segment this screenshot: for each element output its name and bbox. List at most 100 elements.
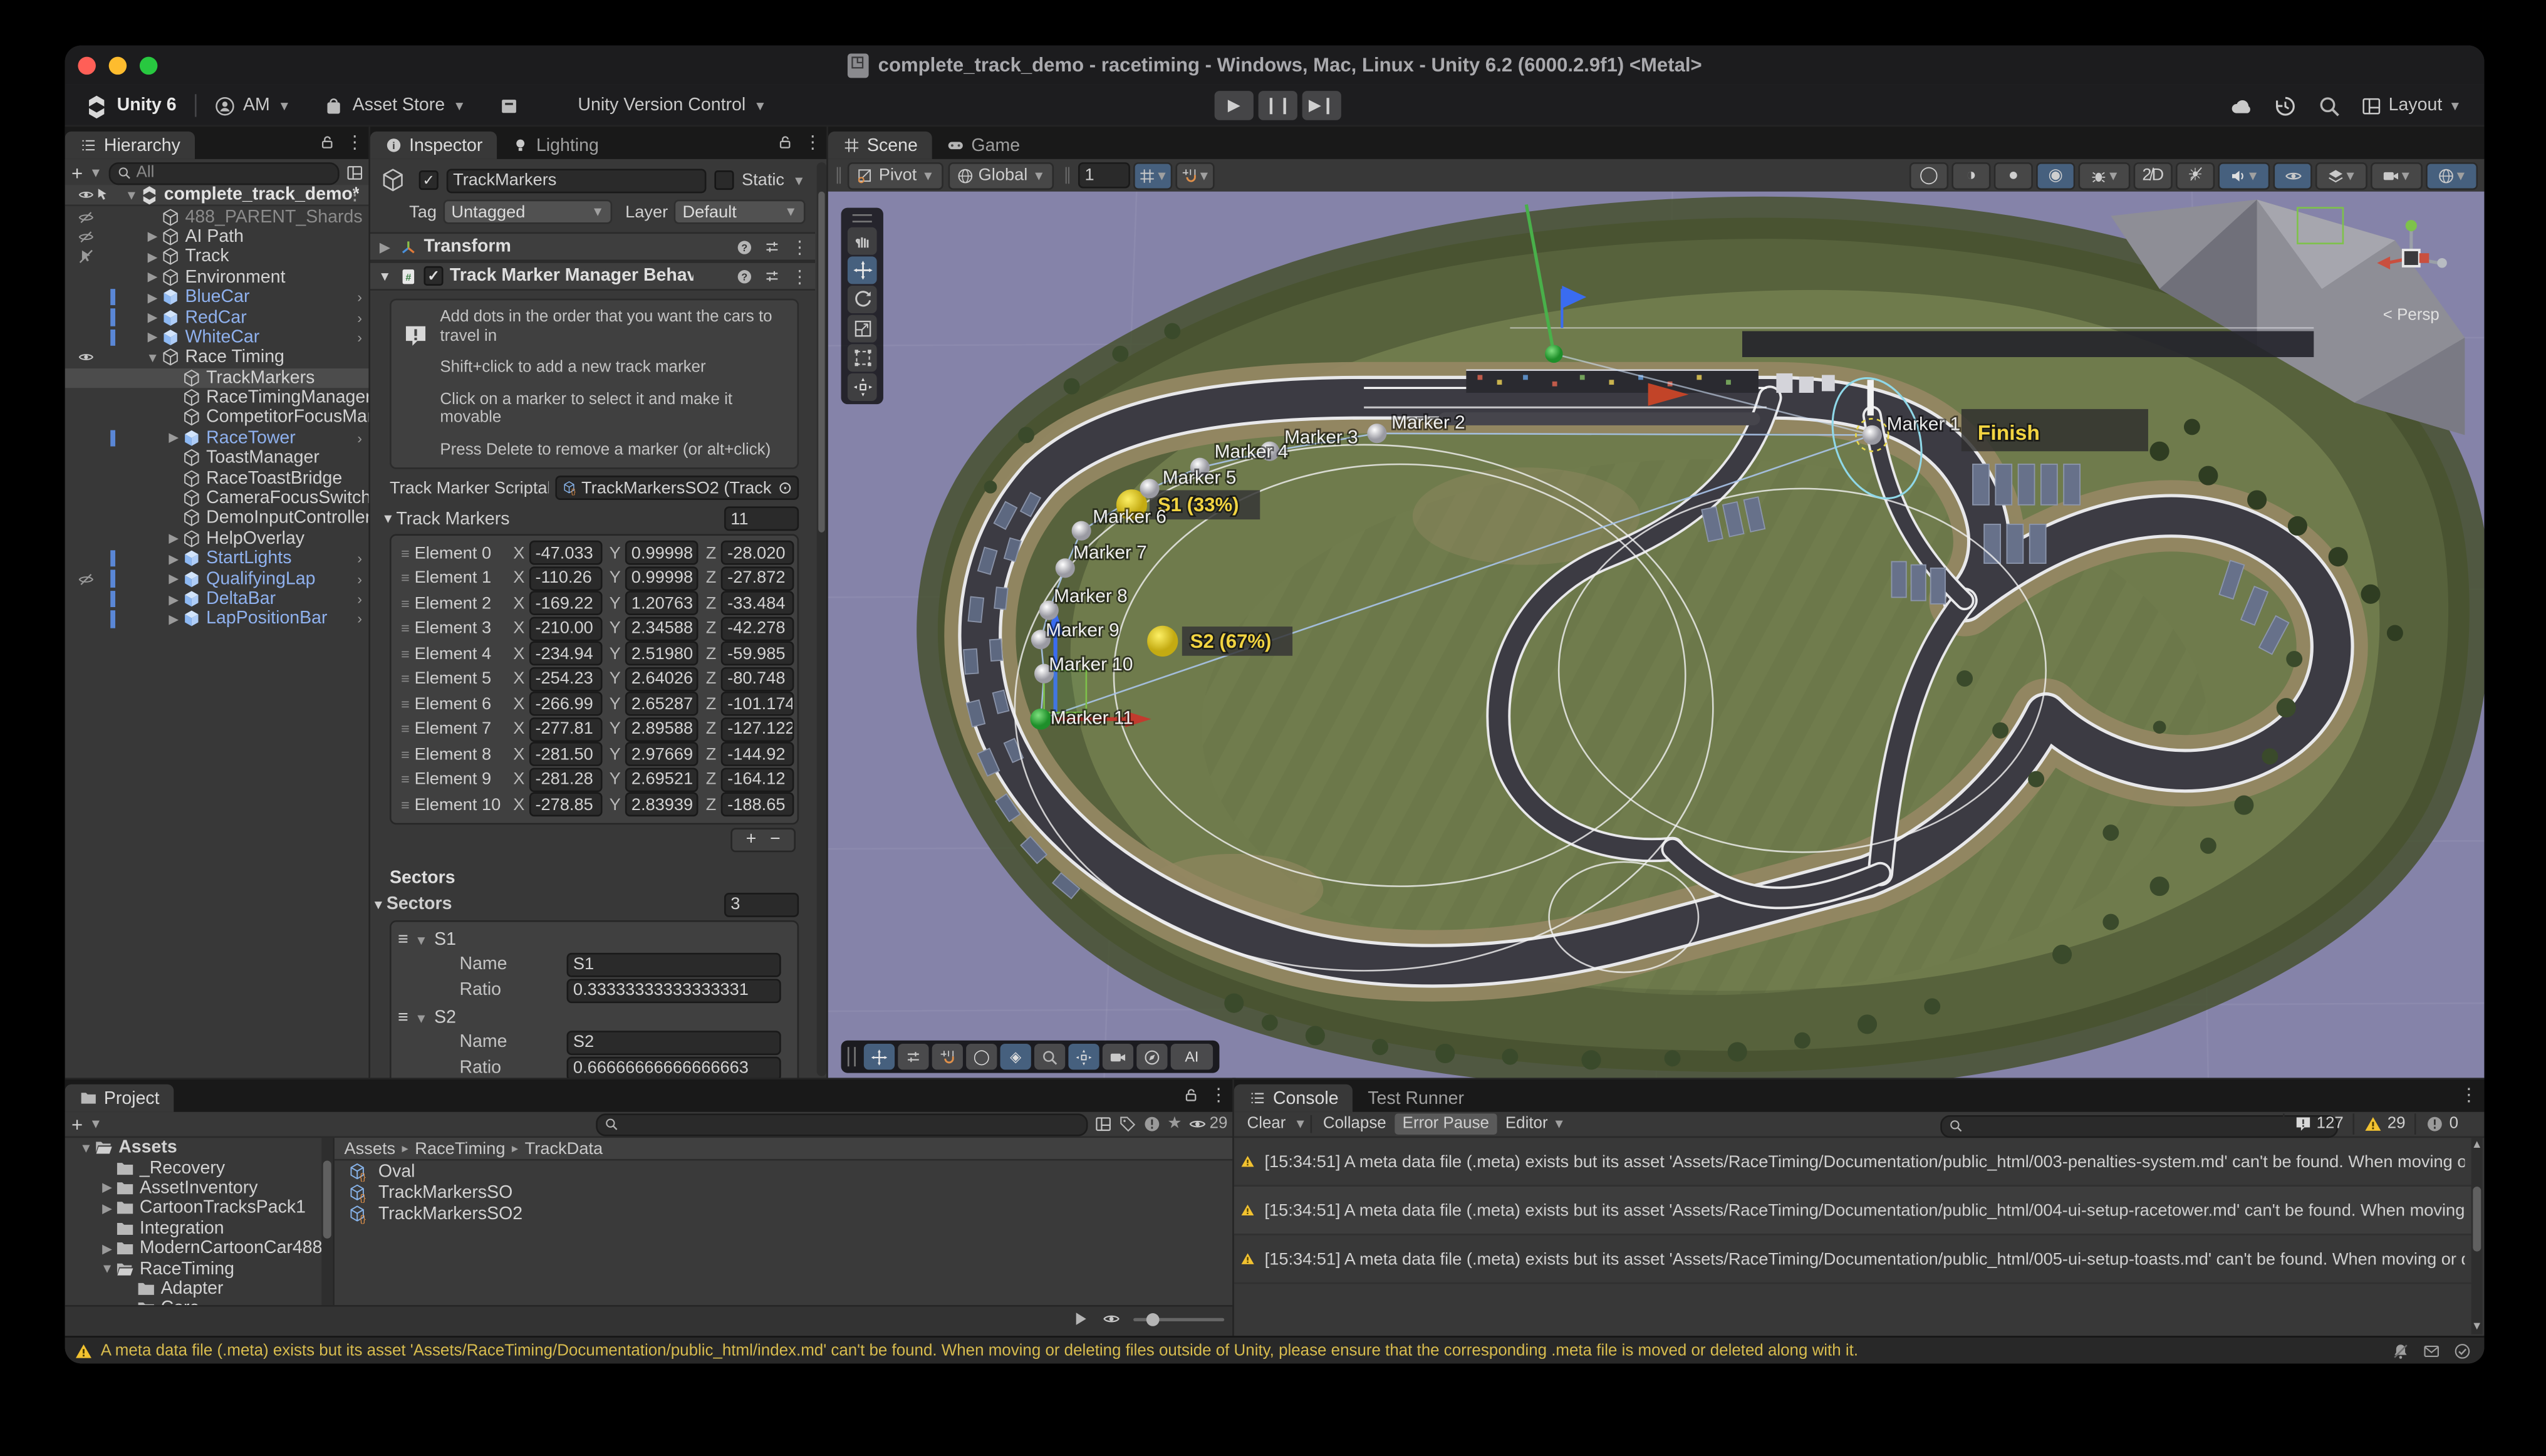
console-warning-row[interactable]: [15:34:51] A meta data file (.meta) exis…: [1234, 1187, 2471, 1235]
favorites-icon[interactable]: ★: [1167, 1115, 1182, 1133]
tab-lighting[interactable]: Lighting: [497, 132, 613, 159]
hierarchy-item-racetower[interactable]: ▶RaceTower›: [65, 428, 370, 448]
track-markers-count-field[interactable]: 11: [724, 506, 799, 531]
transform-component-header[interactable]: ▶ Transform ?⋮: [370, 232, 815, 261]
warning-count[interactable]: 29: [2353, 1113, 2415, 1135]
console-scrollbar[interactable]: ▲▼: [2471, 1138, 2483, 1334]
expand-arrow[interactable]: ▶: [145, 330, 161, 345]
panel-menu-icon[interactable]: ⋮: [346, 132, 364, 153]
element-x-field[interactable]: -254.23: [529, 667, 602, 691]
element-y-field[interactable]: 2.89588: [625, 717, 698, 742]
component-enabled-checkbox[interactable]: ✓: [423, 266, 443, 286]
hierarchy-item-competitorfocusmanager[interactable]: CompetitorFocusManager: [65, 408, 370, 428]
hierarchy-item-racetimingmanager[interactable]: RaceTimingManager: [65, 388, 370, 408]
scene-effects-button[interactable]: [2273, 162, 2312, 189]
scene-overlays-button[interactable]: ▼: [2315, 162, 2367, 189]
layout-dropdown[interactable]: Layout▼: [2361, 95, 2462, 117]
hierarchy-item-ai-path[interactable]: ▶AI Path: [65, 227, 370, 247]
prefab-open-chevron[interactable]: ›: [357, 430, 362, 446]
pivot-dropdown[interactable]: Pivot▼: [848, 162, 943, 189]
element-x-field[interactable]: -210.00: [529, 616, 602, 641]
component-menu-icon[interactable]: ⋮: [791, 236, 809, 257]
center-tool-button[interactable]: [1068, 1044, 1099, 1069]
static-dropdown[interactable]: ▼: [792, 173, 806, 187]
rotate-tool-button[interactable]: [848, 286, 877, 313]
element-z-field[interactable]: -27.872: [721, 566, 794, 591]
element-x-field[interactable]: -281.50: [529, 742, 602, 767]
object-picker-icon[interactable]: ⊙: [778, 478, 792, 497]
tab-console[interactable]: Console: [1234, 1084, 1353, 1112]
tab-project[interactable]: Project: [65, 1084, 174, 1112]
asset-item-trackmarkersso2[interactable]: {}TrackMarkersSO2: [335, 1203, 1234, 1224]
asset-item-oval[interactable]: {}Oval: [335, 1160, 1234, 1182]
element-y-field[interactable]: 2.64026: [625, 667, 698, 691]
search-by-type-icon[interactable]: [1094, 1115, 1113, 1133]
inspector-scrollbar[interactable]: [817, 162, 827, 1076]
editor-dropdown[interactable]: Editor▼: [1497, 1113, 1574, 1135]
notifications-icon[interactable]: [2392, 1341, 2410, 1359]
search-overlay-button[interactable]: [1034, 1044, 1065, 1069]
gameobject-icon[interactable]: [380, 167, 405, 193]
clear-button[interactable]: Clear: [1239, 1113, 1294, 1135]
scene-picker-icon[interactable]: [346, 164, 364, 182]
prefab-open-chevron[interactable]: ›: [357, 611, 362, 627]
hierarchy-item-deltabar[interactable]: ▶DeltaBar›: [65, 589, 370, 609]
hierarchy-item-race-timing[interactable]: ▼Race Timing: [65, 348, 370, 368]
element-z-field[interactable]: -33.484: [721, 591, 794, 616]
tab-inspector[interactable]: i Inspector: [370, 132, 497, 159]
snap-settings-button[interactable]: ▼: [1176, 162, 1215, 189]
move-tool-button[interactable]: [864, 1044, 895, 1069]
element-x-field[interactable]: -234.94: [529, 642, 602, 666]
project-folder-assetinventory[interactable]: ▶AssetInventory: [65, 1178, 322, 1198]
panel-menu-icon[interactable]: ⋮: [804, 132, 822, 153]
expand-arrow[interactable]: ▶: [165, 551, 182, 566]
sector-ratio-field[interactable]: 0.66666666666666663: [567, 1056, 781, 1079]
error-pause-button[interactable]: Error Pause: [1395, 1113, 1497, 1135]
expand-arrow[interactable]: ▶: [165, 431, 182, 445]
hierarchy-item-qualifyinglap[interactable]: ▶QualifyingLap›: [65, 569, 370, 589]
breadcrumb-segment[interactable]: RaceTiming: [415, 1139, 505, 1158]
add-object-dropdown[interactable]: ▼: [90, 165, 103, 180]
element-z-field[interactable]: -188.65: [721, 793, 794, 817]
tab-game[interactable]: Game: [932, 132, 1034, 159]
pause-button[interactable]: ❙❙: [1259, 91, 1297, 120]
expand-arrow[interactable]: ▶: [145, 310, 161, 325]
scriptable-object-field[interactable]: {} TrackMarkersSO2 (Track Mark ⊙: [555, 476, 799, 500]
project-folder-racetiming[interactable]: ▼RaceTiming: [65, 1259, 322, 1279]
prefab-open-chevron[interactable]: ›: [357, 551, 362, 567]
panel-menu-icon[interactable]: ⋮: [1210, 1084, 1228, 1106]
element-z-field[interactable]: -144.92: [721, 742, 794, 767]
visibility-icon[interactable]: [1103, 1310, 1121, 1328]
clear-dropdown[interactable]: ▼: [1294, 1117, 1307, 1131]
element-x-field[interactable]: -281.28: [529, 767, 602, 792]
transform-tool-button[interactable]: [848, 373, 877, 401]
camera-overlay-button[interactable]: [1103, 1044, 1133, 1069]
probuilder-button[interactable]: ◈: [1000, 1044, 1031, 1069]
sector-ratio-field[interactable]: 0.33333333333333331: [567, 978, 781, 1002]
element-z-field[interactable]: -42.278: [721, 616, 794, 641]
debug-draw-button[interactable]: ▼: [2079, 162, 2131, 189]
tab-scene[interactable]: Scene: [828, 132, 932, 159]
console-warning-row[interactable]: [15:34:51] A meta data file (.meta) exis…: [1234, 1235, 2471, 1284]
element-z-field[interactable]: -80.748: [721, 667, 794, 691]
element-x-field[interactable]: -47.033: [529, 541, 602, 565]
prefab-open-chevron[interactable]: ›: [357, 571, 362, 587]
element-z-field[interactable]: -59.985: [721, 642, 794, 666]
search-importlog-icon[interactable]: [1143, 1115, 1161, 1133]
play-button[interactable]: ▶: [1215, 91, 1254, 120]
element-x-field[interactable]: -277.81: [529, 717, 602, 742]
search-icon[interactable]: [2317, 93, 2342, 118]
add-object-button[interactable]: +: [71, 162, 83, 184]
prefab-open-chevron[interactable]: ›: [357, 289, 362, 306]
expand-arrow[interactable]: ▶: [165, 531, 182, 546]
hierarchy-item-demoinputcontroller[interactable]: DemoInputController: [65, 509, 370, 529]
hierarchy-item-toastmanager[interactable]: ToastManager: [65, 448, 370, 468]
element-y-field[interactable]: 2.65287: [625, 692, 698, 716]
asset-store-menu[interactable]: Asset Store: [353, 96, 445, 115]
element-z-field[interactable]: -164.12: [721, 767, 794, 792]
component-menu-icon[interactable]: ⋮: [791, 266, 809, 287]
scene-lighting-button[interactable]: ☀̸: [2176, 162, 2215, 189]
element-y-field[interactable]: 2.51980: [625, 642, 698, 666]
hierarchy-item-helpoverlay[interactable]: ▶HelpOverlay: [65, 529, 370, 549]
expand-arrow[interactable]: ▶: [145, 270, 161, 284]
